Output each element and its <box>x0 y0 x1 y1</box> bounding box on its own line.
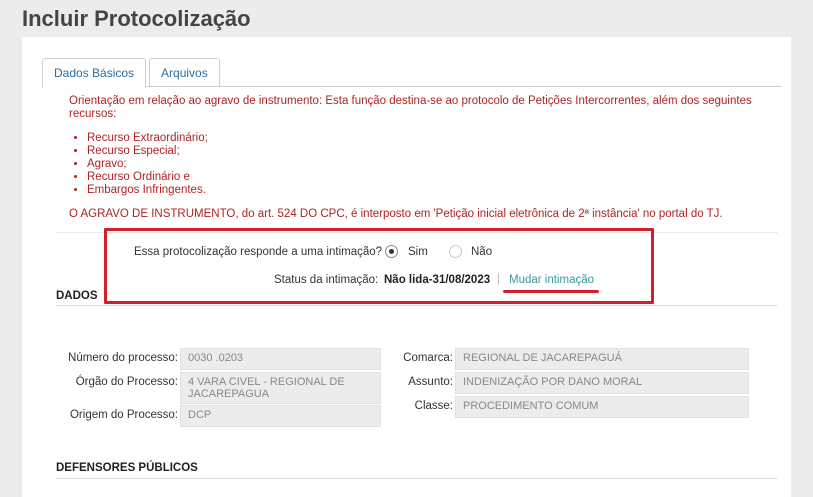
label-classe: Classe: <box>414 400 453 412</box>
section-title-defensores: DEFENSORES PÚBLICOS <box>56 462 198 474</box>
tab-divider <box>42 86 781 87</box>
label-comarca: Comarca: <box>403 352 453 364</box>
list-item: Recurso Ordinário e <box>87 171 759 184</box>
tab-arquivos[interactable]: Arquivos <box>149 58 220 87</box>
main-card: Dados Básicos Arquivos Orientação em rel… <box>22 37 791 497</box>
field-comarca: REGIONAL DE JACAREPAGUÁ <box>455 348 749 370</box>
list-item: Agravo; <box>87 158 759 171</box>
section-title-dados: DADOS <box>56 290 98 302</box>
section-rule <box>56 478 777 479</box>
section-rule <box>56 305 777 306</box>
orientation-notice: Orientação em relação ao agravo de instr… <box>69 95 759 221</box>
notice-list: Recurso Extraordinário; Recurso Especial… <box>69 132 759 197</box>
notice-intro: Orientação em relação ao agravo de instr… <box>69 95 752 120</box>
field-assunto: INDENIZAÇÃO POR DANO MORAL <box>455 372 749 394</box>
highlight-box <box>104 228 654 304</box>
list-item: Embargos Infringentes. <box>87 184 759 197</box>
list-item: Recurso Especial; <box>87 145 759 158</box>
page-title: Incluir Protocolização <box>22 6 251 31</box>
label-assunto: Assunto: <box>408 376 453 388</box>
label-origem-processo: Origem do Processo: <box>69 409 178 421</box>
field-orgao-processo: 4 VARA CIVEL - REGIONAL DE JACAREPAGUA <box>180 372 381 404</box>
label-numero-processo: Número do processo: <box>68 352 178 364</box>
notice-footer: O AGRAVO DE INSTRUMENTO, do art. 524 DO … <box>69 208 723 220</box>
tab-bar: Dados Básicos Arquivos <box>42 58 223 88</box>
label-orgao-processo: Órgão do Processo: <box>75 376 178 388</box>
field-origem-processo: DCP <box>180 405 381 427</box>
field-classe: PROCEDIMENTO COMUM <box>455 396 749 418</box>
tab-dados-basicos[interactable]: Dados Básicos <box>42 58 147 88</box>
field-numero-processo: 0030 .0203 <box>180 348 381 370</box>
list-item: Recurso Extraordinário; <box>87 132 759 145</box>
